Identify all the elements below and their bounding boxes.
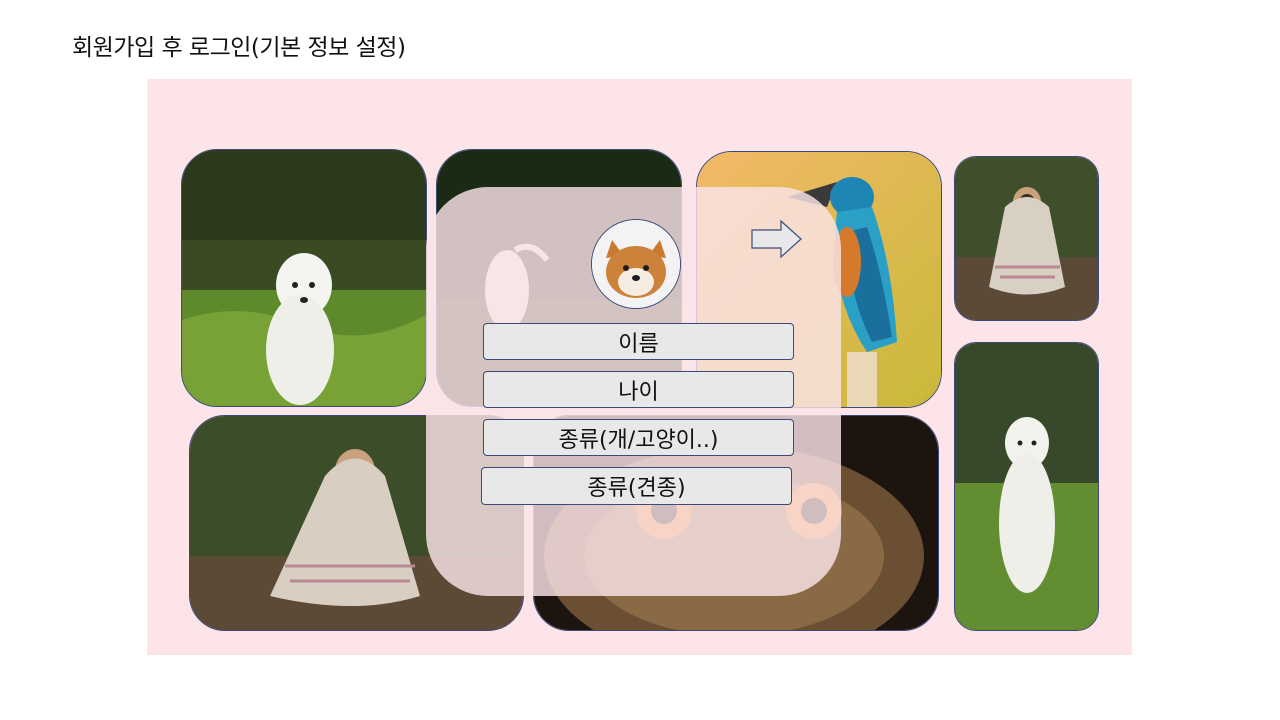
age-field[interactable]: 나이 xyxy=(483,371,794,408)
species-field[interactable]: 종류(개/고양이..) xyxy=(483,419,794,456)
breed-field[interactable]: 종류(견종) xyxy=(481,467,792,505)
avatar-shiba-icon xyxy=(592,220,680,308)
page-title: 회원가입 후 로그인(기본 정보 설정) xyxy=(72,35,406,61)
profile-avatar[interactable] xyxy=(591,219,681,309)
photo-white-dog-tall xyxy=(954,342,1099,631)
photo-white-dog xyxy=(181,149,427,407)
name-field[interactable]: 이름 xyxy=(483,323,794,360)
right-arrow-icon[interactable] xyxy=(751,220,803,258)
photo-pug-small xyxy=(954,156,1099,321)
